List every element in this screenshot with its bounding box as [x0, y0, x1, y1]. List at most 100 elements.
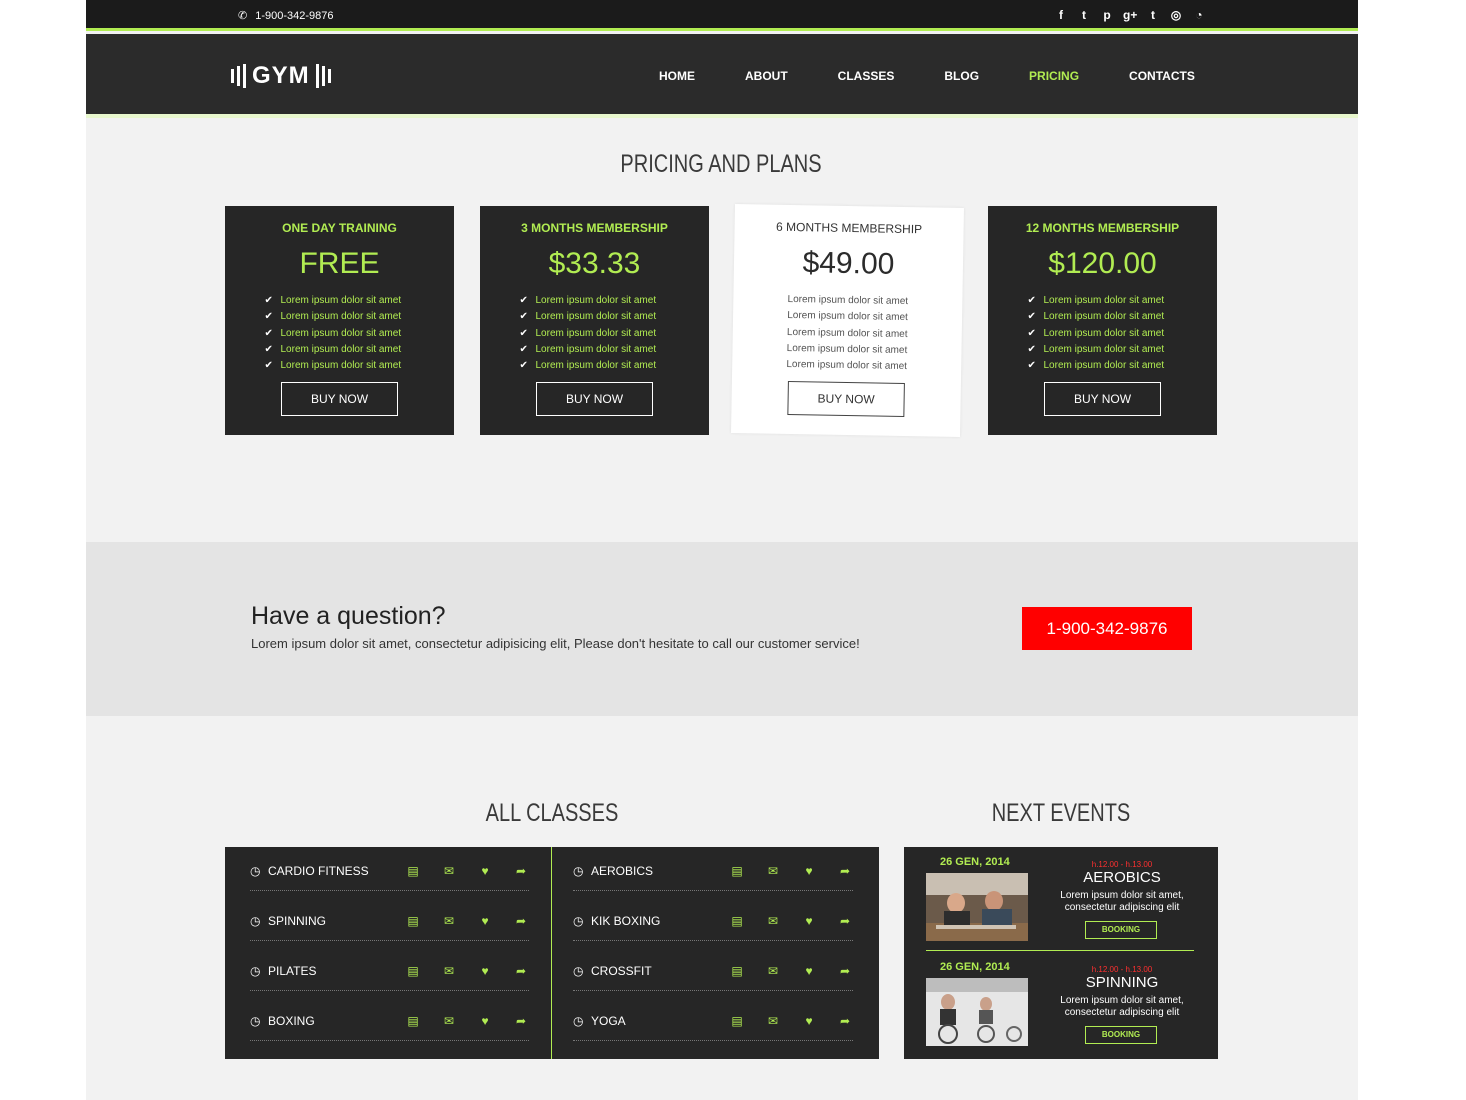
share-icon[interactable]: ➦ — [837, 964, 853, 978]
heart-icon[interactable]: ♥ — [801, 964, 817, 978]
buy-now-button[interactable]: BUY NOW — [787, 381, 905, 418]
booking-button[interactable]: BOOKING — [1085, 1026, 1157, 1044]
main-nav: HOME ABOUT CLASSES BLOG PRICING CONTACTS — [659, 69, 1195, 83]
nav-classes[interactable]: CLASSES — [838, 69, 895, 83]
laptop-icon[interactable]: ▤ — [729, 914, 745, 928]
class-row[interactable]: ◷ CARDIO FITNESS ▤ ✉ ♥ ➦ — [250, 851, 529, 891]
plan-card-6-months: 6 MONTHS MEMBERSHIP $49.00 Lorem ipsum d… — [731, 204, 964, 437]
buy-now-button[interactable]: BUY NOW — [281, 382, 398, 417]
heart-icon[interactable]: ♥ — [477, 964, 493, 978]
laptop-icon[interactable]: ▤ — [729, 1014, 745, 1028]
share-icon[interactable]: ➦ — [513, 964, 529, 978]
check-icon: ✔ — [264, 343, 273, 355]
check-icon: ✔ — [264, 327, 273, 339]
feature-item: ✔ Lorem ipsum dolor sit amet — [520, 326, 670, 342]
twitter-icon[interactable]: t — [1077, 8, 1091, 22]
buy-now-button[interactable]: BUY NOW — [536, 382, 653, 417]
site-header: GYM HOME ABOUT CLASSES BLOG PRICING CONT… — [86, 34, 1358, 118]
classes-title: ALL CLASSES — [485, 799, 619, 827]
clock-icon: ◷ — [250, 863, 261, 878]
event-photo-aerobics[interactable] — [926, 873, 1028, 941]
booking-button[interactable]: BOOKING — [1085, 921, 1157, 939]
class-name: CROSSFIT — [591, 963, 652, 978]
laptop-icon[interactable]: ▤ — [405, 914, 421, 928]
envelope-icon[interactable]: ✉ — [765, 1014, 781, 1028]
envelope-icon[interactable]: ✉ — [765, 864, 781, 878]
class-row[interactable]: ◷ BOXING ▤ ✉ ♥ ➦ — [250, 1001, 529, 1041]
nav-contacts[interactable]: CONTACTS — [1129, 69, 1195, 83]
buy-now-button[interactable]: BUY NOW — [1044, 382, 1161, 417]
question-band: Have a question? Lorem ipsum dolor sit a… — [86, 542, 1358, 716]
share-icon[interactable]: ➦ — [513, 914, 529, 928]
feature-item: ✔ Lorem ipsum dolor sit amet — [265, 358, 415, 374]
share-icon[interactable]: ➦ — [513, 1014, 529, 1028]
feature-item: ✔ Lorem ipsum dolor sit amet — [265, 326, 415, 342]
feature-item: ✔ Lorem ipsum dolor sit amet — [265, 309, 415, 325]
laptop-icon[interactable]: ▤ — [729, 964, 745, 978]
logo-bars-left-icon — [231, 64, 246, 88]
share-icon[interactable]: ➦ — [513, 864, 529, 878]
envelope-icon[interactable]: ✉ — [441, 964, 457, 978]
envelope-icon[interactable]: ✉ — [441, 914, 457, 928]
check-icon: ✔ — [264, 360, 273, 372]
nav-blog[interactable]: BLOG — [944, 69, 979, 83]
heart-icon[interactable]: ♥ — [477, 864, 493, 878]
top-phone[interactable]: ✆ 1-900-342-9876 — [238, 9, 334, 23]
event-desc: Lorem ipsum dolor sit amet, consectetur … — [1060, 890, 1184, 913]
check-icon: ✔ — [1027, 295, 1036, 306]
clock-icon: ◷ — [573, 963, 584, 978]
facebook-icon[interactable]: f — [1054, 8, 1068, 22]
class-name: AEROBICS — [591, 863, 654, 878]
event-date: 26 GEN, 2014 — [940, 856, 1010, 868]
laptop-icon[interactable]: ▤ — [405, 1014, 421, 1028]
plan-price: FREE — [299, 247, 380, 280]
nav-pricing[interactable]: PRICING — [1029, 69, 1079, 83]
tumblr-icon[interactable]: t — [1146, 8, 1160, 22]
laptop-icon[interactable]: ▤ — [405, 964, 421, 978]
share-icon[interactable]: ➦ — [837, 864, 853, 878]
event-item: 26 GEN, 2014 h.12.00 - h.13.00 AEROBICS … — [926, 856, 1196, 946]
check-icon: ✔ — [264, 295, 273, 306]
check-icon: ✔ — [519, 343, 528, 355]
envelope-icon[interactable]: ✉ — [765, 914, 781, 928]
pricing-title: PRICING AND PLANS — [620, 150, 822, 178]
plan-price: $49.00 — [802, 246, 895, 281]
heart-icon[interactable]: ♥ — [477, 1014, 493, 1028]
event-desc: Lorem ipsum dolor sit amet, consectetur … — [1060, 995, 1184, 1018]
envelope-icon[interactable]: ✉ — [441, 864, 457, 878]
share-icon[interactable]: ➦ — [837, 914, 853, 928]
envelope-icon[interactable]: ✉ — [441, 1014, 457, 1028]
nav-about[interactable]: ABOUT — [745, 69, 788, 83]
heart-icon[interactable]: ♥ — [801, 1014, 817, 1028]
share-icon[interactable]: ➦ — [837, 1014, 853, 1028]
class-row[interactable]: ◷ YOGA ▤ ✉ ♥ ➦ — [573, 1001, 853, 1041]
class-row[interactable]: ◷ SPINNING ▤ ✉ ♥ ➦ — [250, 901, 529, 941]
heart-icon[interactable]: ♥ — [477, 914, 493, 928]
rss-icon[interactable]: ◔ — [1192, 8, 1206, 22]
plan-features: ✔ Lorem ipsum dolor sit amet ✔ Lorem ipsum… — [1028, 293, 1178, 374]
event-photo-spinning[interactable] — [926, 978, 1028, 1046]
clock-icon: ◷ — [250, 963, 261, 978]
class-row[interactable]: ◷ KIK BOXING ▤ ✉ ♥ ➦ — [573, 901, 853, 941]
plan-price: $120.00 — [1048, 247, 1157, 280]
check-icon: ✔ — [264, 311, 273, 323]
laptop-icon[interactable]: ▤ — [729, 864, 745, 878]
heart-icon[interactable]: ♥ — [801, 914, 817, 928]
class-row[interactable]: ◷ AEROBICS ▤ ✉ ♥ ➦ — [573, 851, 853, 891]
plan-card-12-months: 12 MONTHS MEMBERSHIP $120.00 ✔ Lorem ipsu… — [988, 206, 1217, 435]
envelope-icon[interactable]: ✉ — [765, 964, 781, 978]
instagram-icon[interactable]: ◎ — [1169, 8, 1183, 22]
check-icon: ✔ — [1027, 327, 1036, 339]
class-row[interactable]: ◷ CROSSFIT ▤ ✉ ♥ ➦ — [573, 951, 853, 991]
heart-icon[interactable]: ♥ — [801, 864, 817, 878]
laptop-icon[interactable]: ▤ — [405, 864, 421, 878]
logo[interactable]: GYM — [231, 62, 331, 90]
check-icon: ✔ — [519, 360, 528, 372]
feature-item: ✔ Lorem ipsum dolor sit amet — [1028, 293, 1178, 309]
pinterest-icon[interactable]: p — [1100, 8, 1114, 22]
plan-features: ✔ Lorem ipsum dolor sit amet ✔ Lorem ipsum… — [265, 293, 415, 374]
call-button[interactable]: 1-900-342-9876 — [1022, 607, 1192, 650]
google-plus-icon[interactable]: g+ — [1123, 8, 1137, 22]
nav-home[interactable]: HOME — [659, 69, 695, 83]
class-row[interactable]: ◷ PILATES ▤ ✉ ♥ ➦ — [250, 951, 529, 991]
